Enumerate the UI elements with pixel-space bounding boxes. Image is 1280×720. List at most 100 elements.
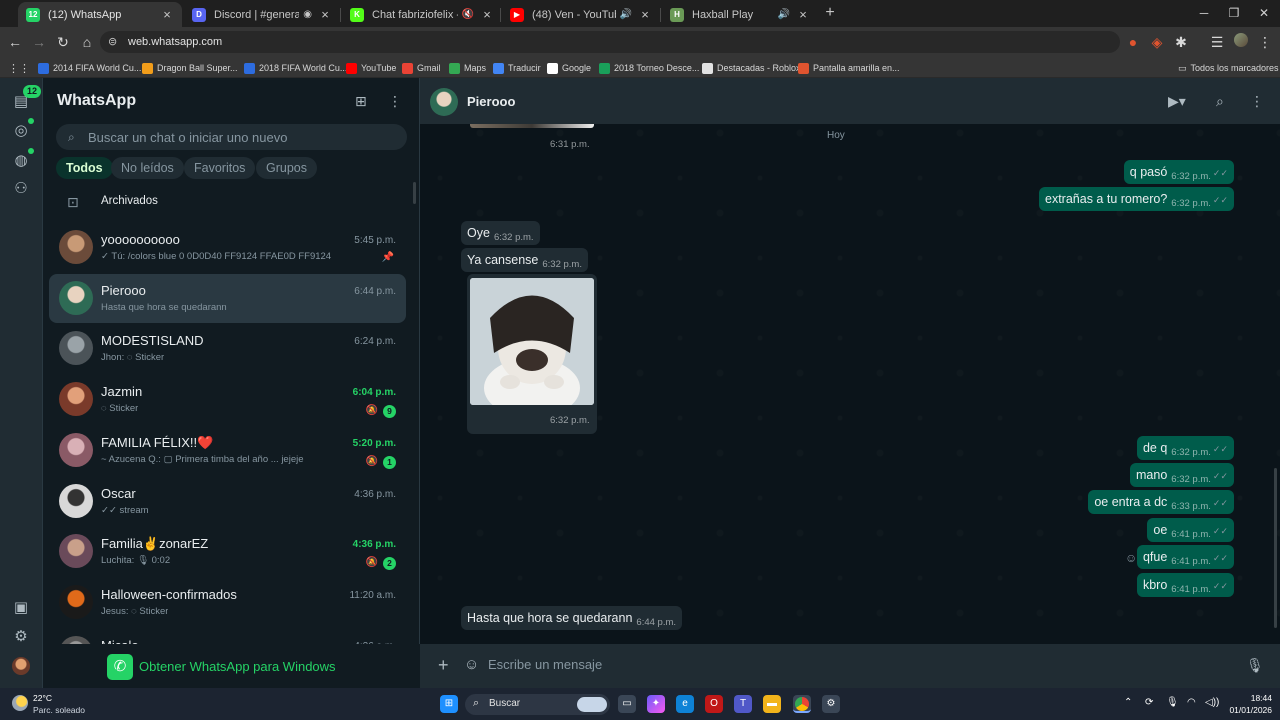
edge-icon[interactable]: e (676, 695, 694, 713)
get-windows-banner[interactable]: ✆ Obtener WhatsApp para Windows (43, 644, 420, 688)
incoming-message[interactable]: Hasta que hora se quedarann 6:44 p.m. (461, 606, 683, 630)
chat-row[interactable]: MODESTISLAND Jhon: ◌ Sticker 6:24 p.m. (49, 324, 406, 373)
copilot-icon[interactable]: ✦ (647, 695, 665, 713)
steam-icon[interactable]: ⚙ (822, 695, 840, 713)
bookmark-item[interactable]: 2018 Torneo Desce... (599, 61, 699, 75)
media-icon[interactable]: ▣ (11, 598, 31, 618)
file-explorer-icon[interactable]: ▬ (763, 695, 781, 713)
tab-search-icon[interactable]: ☰ (1208, 33, 1226, 51)
emoji-sticker-icon[interactable]: ☺ (464, 656, 479, 673)
opera-icon[interactable]: O (705, 695, 723, 713)
volume-icon[interactable]: ◁)) (1205, 697, 1219, 708)
outgoing-message[interactable]: oe 6:41 p.m. ✓✓ (1147, 518, 1234, 542)
tab-audio-icon[interactable]: 🔇 (462, 9, 474, 20)
reload-icon[interactable]: ↻ (54, 33, 72, 51)
contact-avatar[interactable] (430, 88, 458, 116)
outgoing-message[interactable]: de q 6:32 p.m. ✓✓ (1136, 436, 1234, 460)
browser-tab[interactable]: D Discord | #general | Xddd◉ × (184, 2, 340, 27)
extension-icon[interactable]: ● (1124, 33, 1142, 51)
incoming-message[interactable]: Ya cansense 6:32 p.m. (461, 248, 588, 272)
chat-row[interactable]: Familia✌️zonarEZ Luchita: 🎙 0:02 4:36 p.m.… (49, 527, 406, 576)
taskbar-search[interactable]: ⌕ Buscar (465, 694, 610, 715)
contact-name[interactable]: Pierooo (467, 94, 515, 109)
all-bookmarks-folder[interactable]: ▭ Todos los marcadores (1178, 61, 1279, 75)
forward-icon[interactable]: → (30, 33, 48, 51)
channels-icon[interactable]: ◍ (11, 151, 31, 171)
url-text[interactable]: web.whatsapp.com (128, 36, 222, 48)
chat-row[interactable]: yoooooooooo ✓ Tú: /colors blue 0 0D0D40 F… (49, 223, 406, 272)
chrome-icon[interactable] (793, 695, 811, 713)
profile-avatar[interactable] (11, 657, 31, 677)
sticker-image[interactable] (470, 278, 594, 405)
browser-tab[interactable]: H Haxball Play 🔊 × (662, 2, 818, 27)
search-input[interactable]: ⌕ Buscar un chat o iniciar uno nuevo (56, 124, 407, 150)
bookmark-item[interactable]: Traducir (493, 61, 541, 75)
emoji-reaction-icon[interactable]: ☺ (1125, 551, 1137, 565)
extension-shield-icon[interactable]: ◈ (1148, 33, 1166, 51)
chat-row[interactable]: FAMILIA FÉLIX!!❤️ ~ Azucena Q.: ▢ Primera… (49, 426, 406, 475)
browser-tab[interactable]: K Chat fabriziofelix - Watch Li 🔇 × (342, 2, 502, 27)
bookmark-item[interactable]: Gmail (402, 61, 441, 75)
home-icon[interactable]: ⌂ (78, 33, 96, 51)
filter-chip[interactable]: No leídos (111, 157, 184, 179)
bookmark-item[interactable]: Maps (449, 61, 486, 75)
minimize-button[interactable]: ─ (1194, 6, 1214, 20)
filter-chip[interactable]: Grupos (256, 157, 317, 179)
filter-chip[interactable]: Favoritos (184, 157, 256, 179)
menu-kebab-icon[interactable]: ⋮ (388, 93, 402, 110)
bookmark-item[interactable]: YouTube (346, 61, 396, 75)
bookmark-item[interactable]: Dragon Ball Super... (142, 61, 238, 75)
wifi-icon[interactable]: ◠ (1187, 697, 1196, 708)
communities-icon[interactable]: ⚇ (11, 179, 31, 199)
tab-audio-icon[interactable]: ◉ (303, 9, 312, 20)
close-window-button[interactable]: ✕ (1254, 6, 1274, 20)
archive-icon[interactable]: ⊡ (67, 194, 79, 211)
extensions-puzzle-icon[interactable]: ✱ (1172, 33, 1190, 51)
task-view-icon[interactable]: ▭ (618, 695, 636, 713)
conversation-header[interactable]: Pierooo ▶▾ ⌕ ⋮ (420, 78, 1280, 124)
bookmark-item[interactable]: Destacadas - Roblox (702, 61, 801, 75)
tab-close-icon[interactable]: × (160, 7, 174, 22)
tab-audio-icon[interactable]: 🔊 (620, 9, 632, 20)
bookmark-item[interactable]: 2014 FIFA World Cu... (38, 61, 141, 75)
maximize-button[interactable]: ❐ (1224, 6, 1244, 20)
browser-tab[interactable]: ▶ (48) Ven - YouTube 🔊 × (502, 2, 660, 27)
tab-close-icon[interactable]: × (480, 7, 494, 22)
status-icon[interactable]: ◎ (11, 121, 31, 141)
video-call-icon[interactable]: ▶▾ (1168, 93, 1186, 110)
settings-gear-icon[interactable]: ⚙ (11, 627, 31, 647)
menu-kebab-icon[interactable]: ⋮ (1250, 93, 1264, 110)
incoming-message[interactable]: Oye 6:32 p.m. (461, 221, 540, 245)
outgoing-message[interactable]: kbro 6:41 p.m. ✓✓ (1136, 573, 1234, 597)
chat-row[interactable]: Halloween-confirmados Jesus: ◌ Sticker 11:… (49, 578, 406, 627)
chrome-menu-icon[interactable]: ⋮ (1256, 33, 1274, 51)
clock-date[interactable]: 01/01/2026 (1226, 705, 1272, 715)
tab-audio-icon[interactable]: 🔊 (778, 9, 790, 20)
outgoing-message[interactable]: mano 6:32 p.m. ✓✓ (1130, 463, 1234, 487)
apps-grid-icon[interactable]: ⋮⋮ (8, 61, 30, 75)
conversation-scrollbar[interactable] (1274, 468, 1277, 628)
profile-avatar[interactable] (1232, 33, 1250, 51)
microphone-icon[interactable]: 🎙 (1246, 657, 1264, 674)
chat-row[interactable]: Jazmin ◌ Sticker 6:04 p.m. 9 🔕 (49, 375, 406, 424)
outgoing-message[interactable]: q pasó 6:32 p.m. ✓✓ (1123, 160, 1234, 184)
new-chat-icon[interactable]: ⊞ (355, 93, 367, 110)
attach-plus-icon[interactable]: + (438, 655, 449, 676)
clock-time[interactable]: 18:44 (1232, 693, 1272, 703)
outgoing-message[interactable]: extrañas a tu romero? 6:32 p.m. ✓✓ (1039, 187, 1234, 211)
message-input[interactable]: Escribe un mensaje (488, 657, 602, 672)
chat-list-scrollbar[interactable] (413, 182, 416, 204)
search-icon[interactable]: ⌕ (1216, 93, 1224, 110)
tab-close-icon[interactable]: × (796, 7, 810, 22)
tab-close-icon[interactable]: × (318, 7, 332, 22)
bookmark-item[interactable]: Pantalla amarilla en... (798, 61, 900, 75)
archived-link[interactable]: Archivados (101, 195, 158, 207)
outgoing-message[interactable]: qfue 6:41 p.m. ✓✓ (1136, 545, 1234, 569)
back-icon[interactable]: ← (6, 33, 24, 51)
tab-close-icon[interactable]: × (638, 7, 652, 22)
new-tab-button[interactable]: + (822, 5, 838, 21)
site-info-icon[interactable]: ⊜ (108, 35, 117, 48)
filter-chip[interactable]: Todos (56, 157, 113, 179)
weather-icon[interactable] (12, 695, 28, 711)
weather-description[interactable]: Parc. soleado (33, 705, 85, 715)
